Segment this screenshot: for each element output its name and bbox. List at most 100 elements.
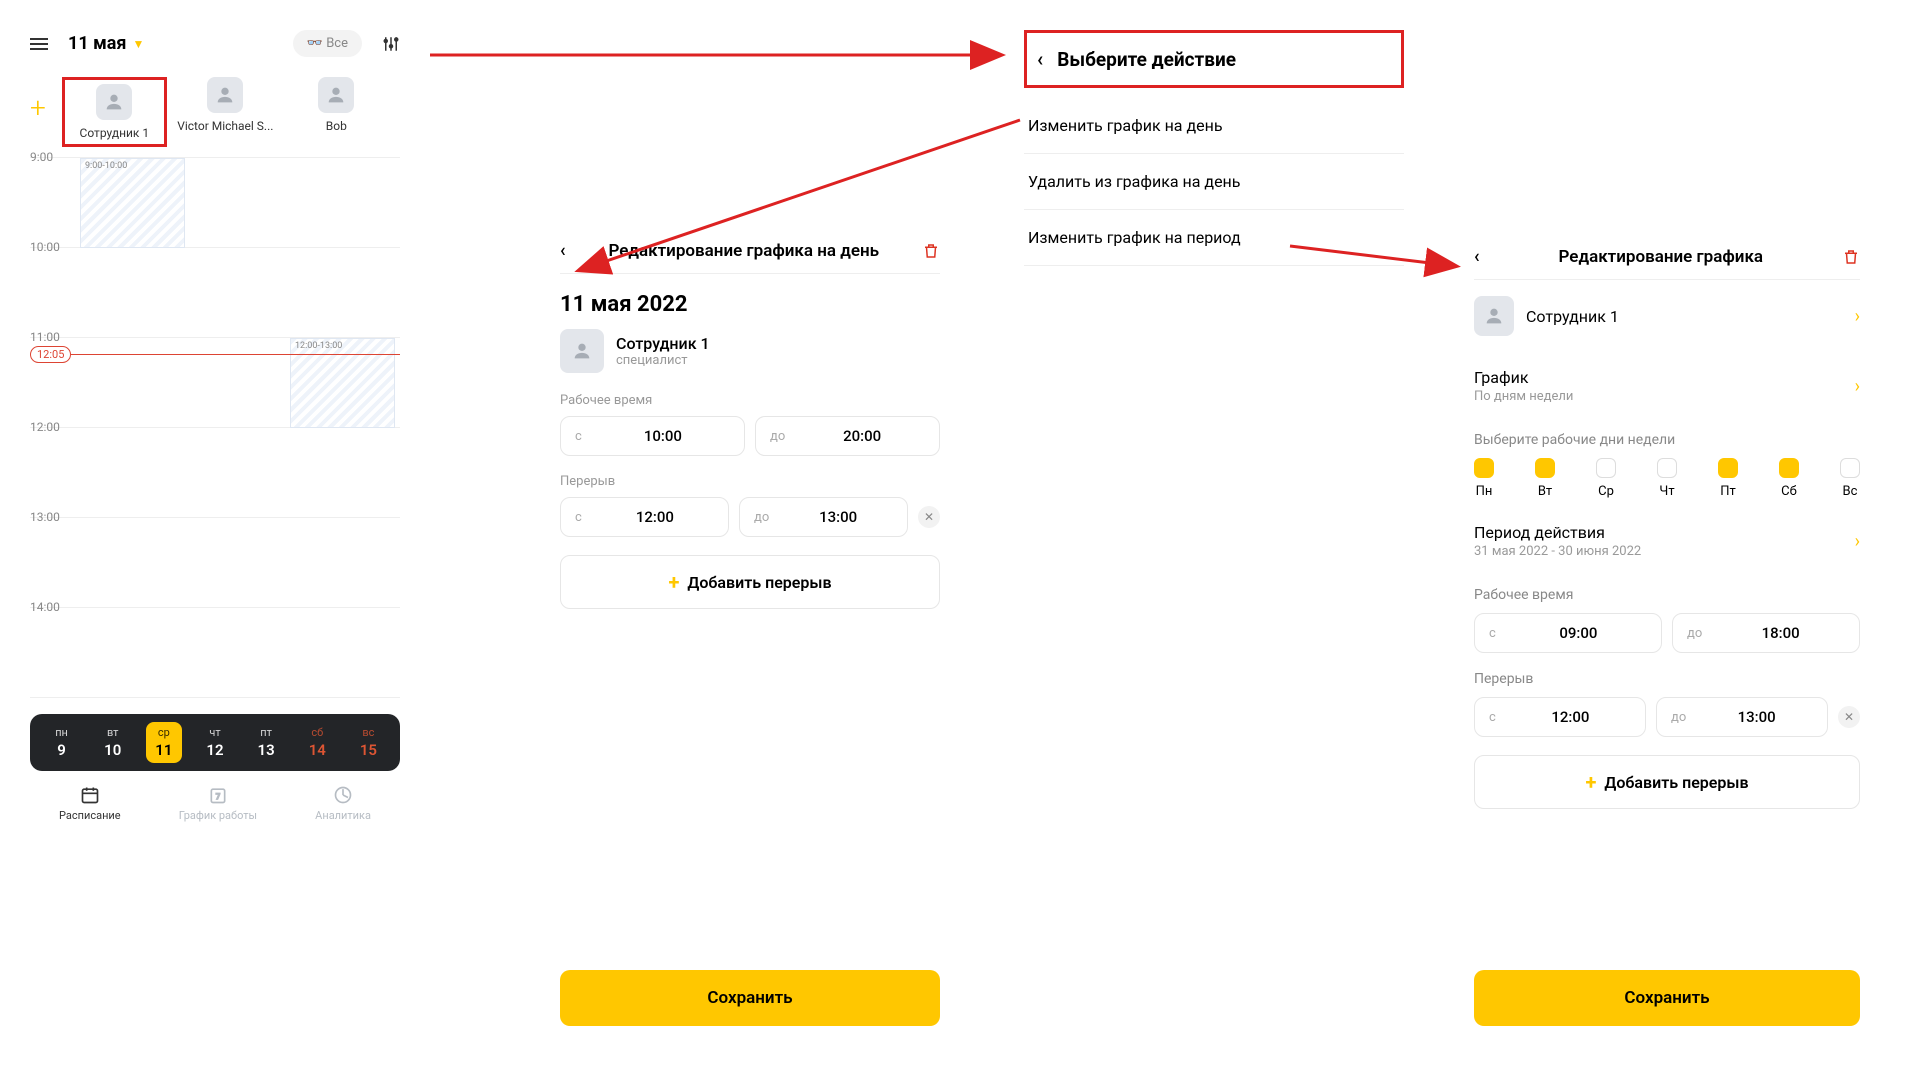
day-checkbox[interactable]: Ср — [1596, 458, 1616, 499]
day-checkbox[interactable]: Пт — [1718, 458, 1738, 499]
employee-item[interactable]: Bob — [284, 77, 389, 133]
hour-label: 13:00 — [30, 510, 80, 607]
add-employee-button[interactable]: + — [30, 91, 46, 124]
chevron-right-icon: › — [1855, 306, 1860, 327]
time-value: 18:00 — [1716, 624, 1845, 642]
time-value: 12:00 — [596, 508, 714, 526]
work-time-row: с10:00 до 20:00 — [560, 416, 940, 456]
current-time-pill: 12:05 — [30, 346, 71, 363]
day-checkbox[interactable]: Сб — [1779, 458, 1799, 499]
time-value: 09:00 — [1510, 624, 1647, 642]
tab-schedule[interactable]: Расписание — [59, 785, 121, 822]
work-time-label: Рабочее время — [560, 393, 940, 408]
break-from-input[interactable]: с 12:00 — [560, 497, 729, 537]
date-selector[interactable]: 11 мая ▼ — [68, 33, 144, 54]
time-value: 20:00 — [799, 427, 925, 445]
chevron-down-icon: ▼ — [133, 37, 145, 51]
time-to-input[interactable]: до 20:00 — [755, 416, 940, 456]
from-prefix: с — [1489, 626, 1496, 641]
trash-icon[interactable] — [922, 242, 940, 260]
avatar-icon — [560, 329, 604, 373]
schedule-type-row[interactable]: График По дням недели › — [1474, 352, 1860, 420]
time-from-input[interactable]: с 09:00 — [1474, 613, 1662, 653]
filter-sliders-icon[interactable] — [382, 35, 400, 53]
day-checkbox[interactable]: Вс — [1840, 458, 1860, 499]
week-day[interactable]: пн9 — [44, 722, 80, 763]
week-day[interactable]: вт10 — [95, 722, 131, 763]
remove-break-button[interactable]: ✕ — [1838, 706, 1860, 728]
schedule-link-title: График — [1474, 368, 1573, 387]
to-prefix: до — [770, 429, 785, 444]
week-day[interactable]: вс15 — [350, 722, 386, 763]
schedule-grid[interactable]: 9:00 10:00 11:00 12:00 13:00 14:00 9:00-… — [30, 157, 400, 698]
remove-break-button[interactable]: ✕ — [918, 506, 940, 528]
avatar-icon — [318, 77, 354, 113]
back-button[interactable]: ‹ — [560, 240, 566, 261]
days-label: Выберите рабочие дни недели — [1474, 432, 1860, 448]
chevron-right-icon: › — [1855, 376, 1860, 397]
week-day[interactable]: пт13 — [248, 722, 284, 763]
week-day[interactable]: чт12 — [197, 722, 233, 763]
plus-icon: + — [668, 570, 679, 594]
day-checkbox[interactable]: Пн — [1474, 458, 1494, 499]
schedule-event[interactable]: 9:00-10:00 — [80, 158, 185, 248]
employee-item-selected[interactable]: Сотрудник 1 — [62, 77, 167, 147]
date-title: 11 мая — [68, 33, 127, 54]
tab-analytics[interactable]: Аналитика — [315, 785, 371, 822]
save-button[interactable]: Сохранить — [1474, 970, 1860, 1026]
hour-label: 11:00 — [30, 330, 80, 427]
period-sub: 31 мая 2022 - 30 июня 2022 — [1474, 544, 1641, 559]
break-label: Перерыв — [560, 474, 940, 489]
day-checkbox[interactable]: Вт — [1535, 458, 1555, 499]
all-filter-button[interactable]: 👓 Все — [293, 30, 362, 57]
current-time-indicator: 12:05 — [30, 346, 400, 363]
annotation-arrow — [430, 45, 1020, 69]
break-to-input[interactable]: до13:00 — [739, 497, 908, 537]
action-menu-title: Выберите действие — [1057, 48, 1236, 71]
from-prefix: с — [1489, 710, 1496, 725]
to-prefix: до — [1687, 626, 1702, 641]
staff-row: Сотрудник 1 специалист — [560, 329, 940, 373]
week-selector: пн9 вт10 ср11 чт12 пт13 сб14 вс15 — [30, 714, 400, 771]
from-prefix: с — [575, 510, 582, 525]
back-button[interactable]: ‹ — [1037, 47, 1043, 71]
back-button[interactable]: ‹ — [1474, 246, 1480, 267]
menu-item-edit-day[interactable]: Изменить график на день — [1024, 98, 1404, 154]
calendar-panel: 11 мая ▼ 👓 Все + Сотрудник 1 Victor Mich… — [30, 30, 400, 822]
time-value: 13:00 — [783, 508, 893, 526]
edit-period-panel: ‹ Редактирование графика Сотрудник 1 › Г… — [1474, 246, 1860, 809]
trash-icon[interactable] — [1842, 248, 1860, 266]
edit-date: 11 мая 2022 — [560, 292, 940, 317]
add-break-label: Добавить перерыв — [687, 573, 831, 592]
break-from-input[interactable]: с 12:00 — [1474, 697, 1646, 737]
employee-item[interactable]: Victor Michael S... — [173, 77, 278, 133]
all-label: Все — [326, 36, 348, 51]
work-time-label: Рабочее время — [1474, 587, 1860, 603]
hour-label: 10:00 — [30, 240, 80, 337]
save-button[interactable]: Сохранить — [560, 970, 940, 1026]
time-value: 12:00 — [1510, 708, 1631, 726]
add-break-button[interactable]: + Добавить перерыв — [560, 555, 940, 609]
action-menu-header: ‹ Выберите действие — [1024, 30, 1404, 88]
menu-item-delete-day[interactable]: Удалить из графика на день — [1024, 154, 1404, 210]
time-value: 13:00 — [1700, 708, 1813, 726]
break-time-row: с 12:00 до13:00 ✕ — [560, 497, 940, 537]
menu-item-edit-period[interactable]: Изменить график на период — [1024, 210, 1404, 266]
action-menu-list: Изменить график на день Удалить из графи… — [1024, 98, 1404, 266]
menu-icon[interactable] — [30, 38, 48, 50]
week-day[interactable]: сб14 — [299, 722, 335, 763]
break-to-input[interactable]: до13:00 — [1656, 697, 1828, 737]
time-from-input[interactable]: с10:00 — [560, 416, 745, 456]
employee-name: Bob — [326, 119, 347, 133]
schedule-link-sub: По дням недели — [1474, 389, 1573, 404]
staff-link-row[interactable]: Сотрудник 1 › — [1474, 280, 1860, 352]
edit-day-title: Редактирование графика на день — [578, 241, 910, 261]
from-prefix: с — [575, 429, 582, 444]
break-time-row: с 12:00 до13:00 ✕ — [1474, 697, 1860, 737]
day-checkbox[interactable]: Чт — [1657, 458, 1677, 499]
period-row[interactable]: Период действия 31 мая 2022 - 30 июня 20… — [1474, 507, 1860, 575]
week-day[interactable]: ср11 — [146, 722, 182, 763]
time-to-input[interactable]: до 18:00 — [1672, 613, 1860, 653]
add-break-button[interactable]: +Добавить перерыв — [1474, 755, 1860, 809]
tab-work-schedule[interactable]: 7 График работы — [179, 785, 257, 822]
